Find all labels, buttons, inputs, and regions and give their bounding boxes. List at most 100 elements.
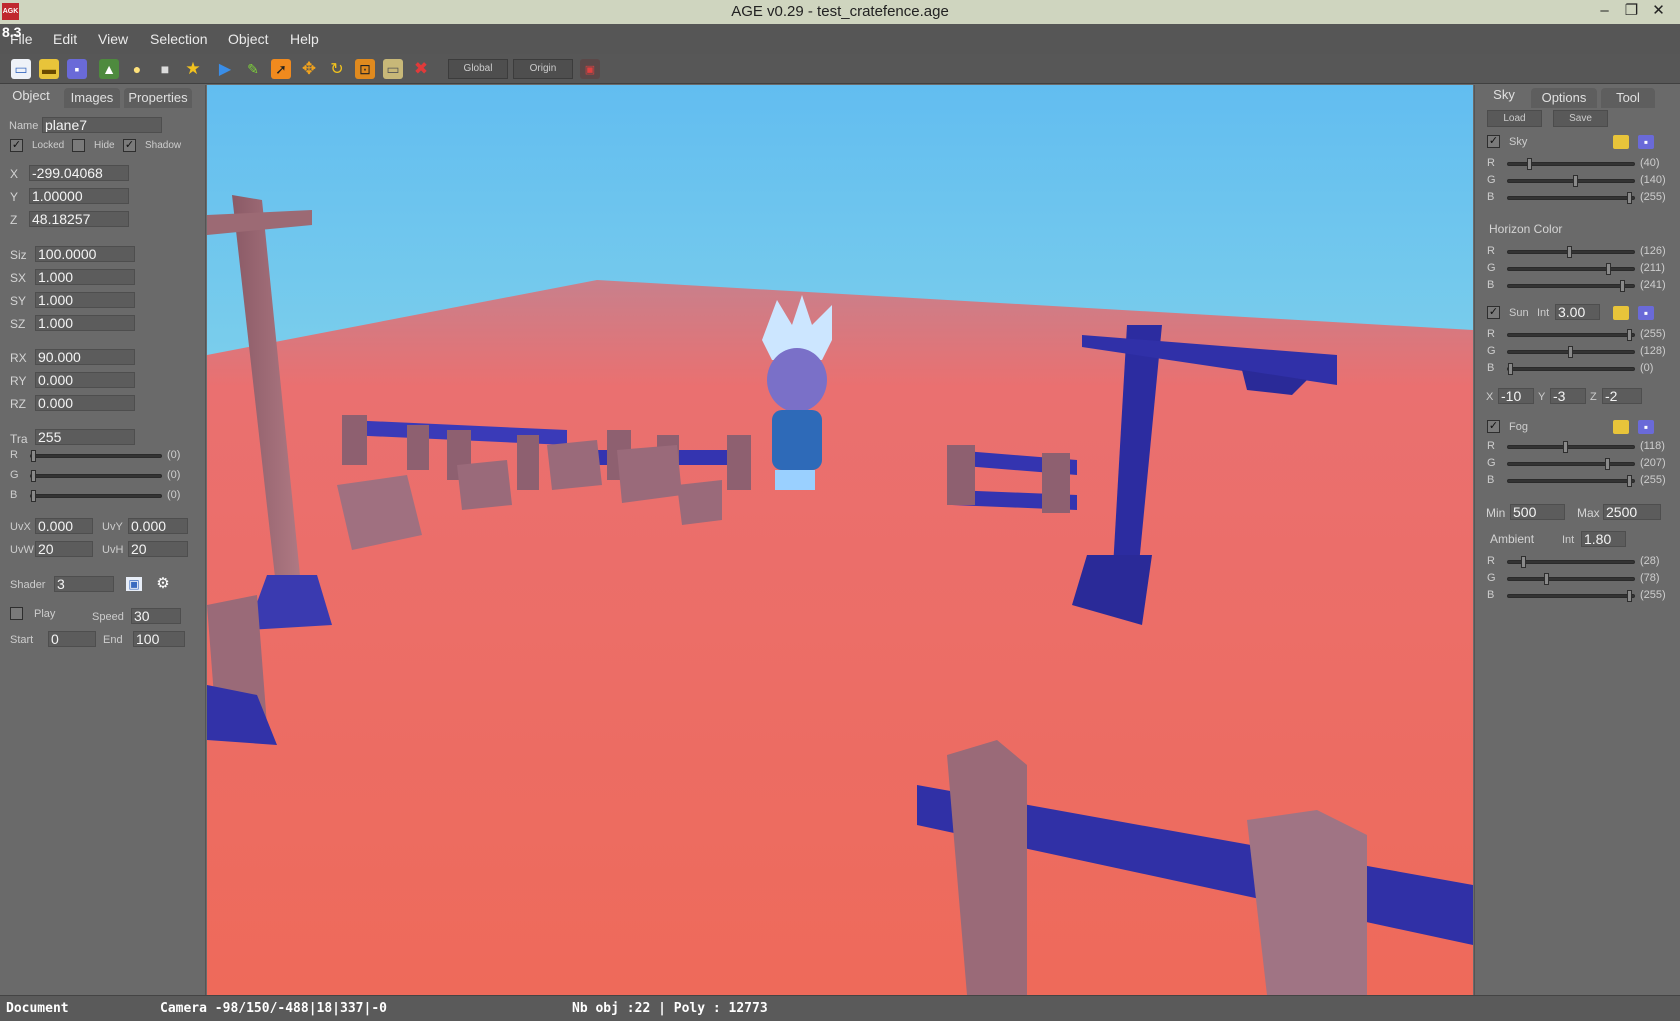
load-button[interactable]: Load: [1487, 110, 1542, 127]
slider-knob[interactable]: [1527, 158, 1532, 170]
slider-knob[interactable]: [1627, 329, 1632, 341]
size-field[interactable]: 100.0000: [35, 246, 135, 262]
sun-r-slider[interactable]: [1507, 329, 1635, 341]
sun-b-slider[interactable]: [1507, 363, 1635, 375]
play-checkbox[interactable]: [10, 607, 23, 620]
sy-field[interactable]: 1.000: [35, 292, 135, 308]
slider-knob[interactable]: [1573, 175, 1578, 187]
sun-open-folder-icon[interactable]: [1613, 306, 1629, 320]
tab-sky[interactable]: Sky: [1481, 85, 1527, 105]
ambient-b-slider[interactable]: [1507, 590, 1635, 602]
tab-options[interactable]: Options: [1531, 88, 1597, 108]
rotate-icon[interactable]: ↻: [327, 59, 347, 79]
sky-checkbox[interactable]: ✓: [1487, 135, 1500, 148]
pencil-icon[interactable]: ✎: [243, 59, 263, 79]
fog-r-slider[interactable]: [1507, 441, 1635, 453]
end-field[interactable]: 100: [133, 631, 185, 647]
image-icon[interactable]: ▭: [383, 59, 403, 79]
tab-images[interactable]: Images: [64, 88, 120, 108]
menu-object[interactable]: Object: [228, 31, 268, 47]
color-g-slider[interactable]: [30, 470, 162, 482]
slider-knob[interactable]: [1567, 246, 1572, 258]
horizon-r-slider[interactable]: [1507, 246, 1635, 258]
close-button[interactable]: ✕: [1645, 0, 1672, 22]
x-field[interactable]: -299.04068: [29, 165, 129, 181]
slider-knob[interactable]: [1606, 263, 1611, 275]
fog-g-slider[interactable]: [1507, 458, 1635, 470]
tab-properties[interactable]: Properties: [124, 88, 192, 108]
scale-icon[interactable]: ⊡: [355, 59, 375, 79]
slider-knob[interactable]: [1627, 192, 1632, 204]
shadow-checkbox[interactable]: ✓: [123, 139, 136, 152]
origin-button[interactable]: Origin: [513, 59, 573, 79]
fog-save-icon[interactable]: ▪: [1638, 420, 1654, 434]
sz-field[interactable]: 1.000: [35, 315, 135, 331]
fog-open-folder-icon[interactable]: [1613, 420, 1629, 434]
sky-open-folder-icon[interactable]: [1613, 135, 1629, 149]
transparency-field[interactable]: 255: [35, 429, 135, 445]
slider-knob[interactable]: [1627, 590, 1632, 602]
tab-object[interactable]: Object: [2, 86, 60, 106]
sx-field[interactable]: 1.000: [35, 269, 135, 285]
slider-knob[interactable]: [1620, 280, 1625, 292]
sun-z-field[interactable]: -2: [1602, 388, 1642, 404]
slider-knob[interactable]: [31, 450, 36, 462]
slider-knob[interactable]: [1544, 573, 1549, 585]
slider-knob[interactable]: [1627, 475, 1632, 487]
slider-knob[interactable]: [1563, 441, 1568, 453]
sun-checkbox[interactable]: ✓: [1487, 306, 1500, 319]
star-icon[interactable]: ★: [183, 59, 203, 79]
shader-image-icon[interactable]: ▣: [126, 577, 142, 591]
global-button[interactable]: Global: [448, 59, 508, 79]
sky-g-slider[interactable]: [1507, 175, 1635, 187]
fog-max-field[interactable]: 2500: [1603, 504, 1661, 520]
y-field[interactable]: 1.00000: [29, 188, 129, 204]
light-bulb-icon[interactable]: ●: [127, 59, 147, 79]
sun-intensity-field[interactable]: 3.00: [1555, 304, 1600, 320]
sky-r-slider[interactable]: [1507, 158, 1635, 170]
ambient-g-slider[interactable]: [1507, 573, 1635, 585]
camera-icon[interactable]: ■: [155, 59, 175, 79]
name-field[interactable]: plane7: [42, 117, 162, 133]
shader-field[interactable]: 3: [54, 576, 114, 592]
rx-field[interactable]: 90.000: [35, 349, 135, 365]
sun-y-field[interactable]: -3: [1550, 388, 1586, 404]
ry-field[interactable]: 0.000: [35, 372, 135, 388]
slider-knob[interactable]: [1508, 363, 1513, 375]
save-icon[interactable]: ▪: [67, 59, 87, 79]
sun-save-icon[interactable]: ▪: [1638, 306, 1654, 320]
rz-field[interactable]: 0.000: [35, 395, 135, 411]
save-button[interactable]: Save: [1553, 110, 1608, 127]
sky-save-icon[interactable]: ▪: [1638, 135, 1654, 149]
terrain-icon[interactable]: ▲: [99, 59, 119, 79]
horizon-b-slider[interactable]: [1507, 280, 1635, 292]
shader-settings-gear-icon[interactable]: ⚙: [155, 576, 171, 591]
slider-knob[interactable]: [1521, 556, 1526, 568]
speed-field[interactable]: 30: [131, 608, 181, 624]
ambient-r-slider[interactable]: [1507, 556, 1635, 568]
uvx-field[interactable]: 0.000: [35, 518, 93, 534]
new-file-icon[interactable]: ▭: [11, 59, 31, 79]
slider-knob[interactable]: [31, 490, 36, 502]
slider-knob[interactable]: [31, 470, 36, 482]
3d-viewport[interactable]: [207, 85, 1473, 995]
uvw-field[interactable]: 20: [35, 541, 93, 557]
horizon-g-slider[interactable]: [1507, 263, 1635, 275]
restore-button[interactable]: ❐: [1618, 0, 1645, 22]
play-icon[interactable]: ▶: [215, 59, 235, 79]
sky-b-slider[interactable]: [1507, 192, 1635, 204]
menu-help[interactable]: Help: [290, 31, 319, 47]
menu-selection[interactable]: Selection: [150, 31, 208, 47]
uvy-field[interactable]: 0.000: [128, 518, 188, 534]
hide-checkbox[interactable]: [72, 139, 85, 152]
record-icon[interactable]: ▣: [580, 59, 600, 79]
menu-view[interactable]: View: [98, 31, 128, 47]
locked-checkbox[interactable]: ✓: [10, 139, 23, 152]
z-field[interactable]: 48.18257: [29, 211, 129, 227]
tab-tool[interactable]: Tool: [1601, 88, 1655, 108]
sun-g-slider[interactable]: [1507, 346, 1635, 358]
fog-checkbox[interactable]: ✓: [1487, 420, 1500, 433]
slider-knob[interactable]: [1568, 346, 1573, 358]
open-folder-icon[interactable]: ▬: [39, 59, 59, 79]
move-icon[interactable]: ✥: [299, 59, 319, 79]
